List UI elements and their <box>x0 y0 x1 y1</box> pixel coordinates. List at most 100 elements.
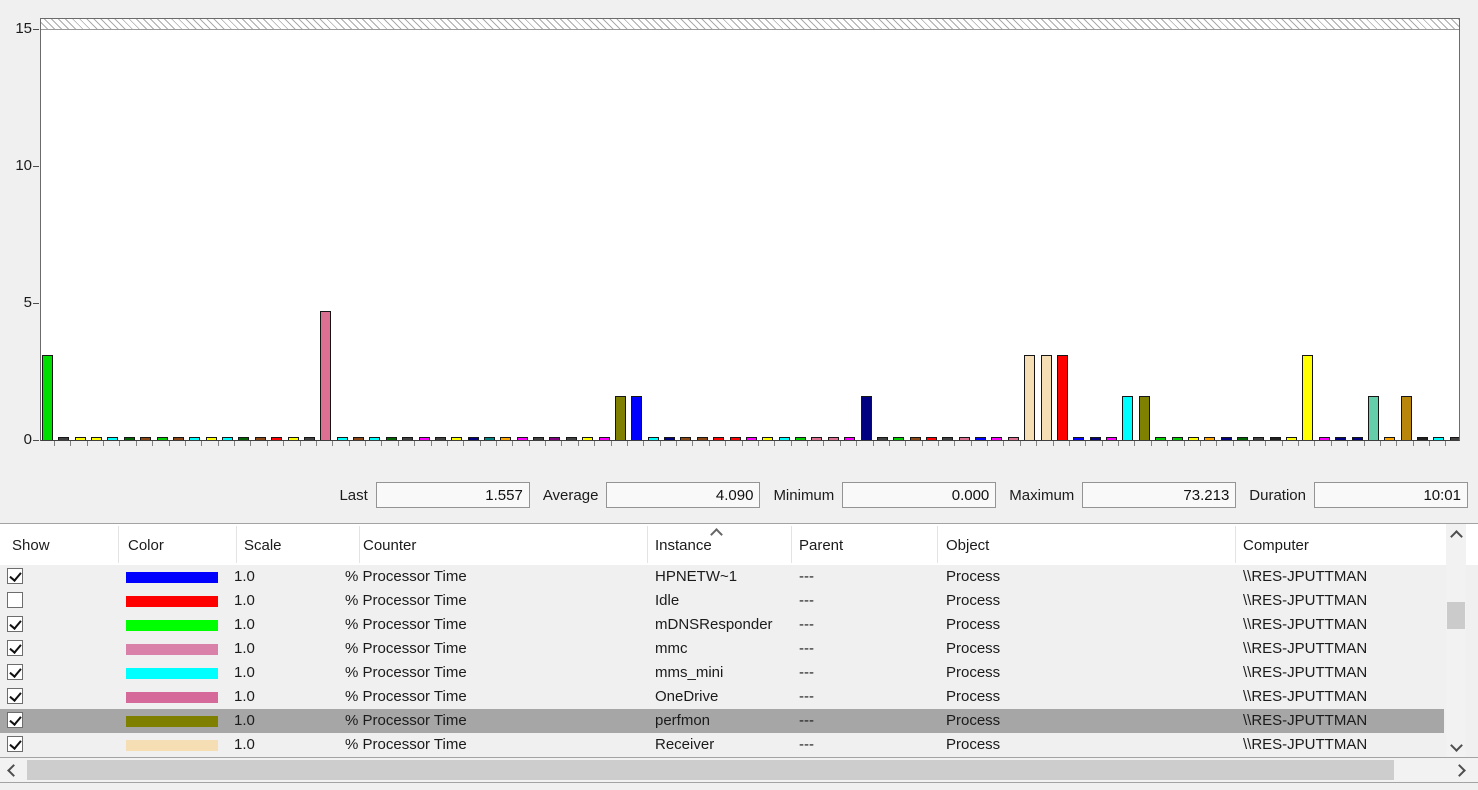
checkmark-icon <box>9 641 21 654</box>
horizontal-scrollbar[interactable] <box>0 757 1478 783</box>
histogram-bar <box>1090 437 1101 440</box>
column-divider[interactable] <box>118 526 119 563</box>
column-header-color[interactable]: Color <box>128 524 164 565</box>
column-divider[interactable] <box>1235 526 1236 563</box>
instance-cell: Idle <box>655 589 679 613</box>
x-axis-tick <box>1003 441 1004 446</box>
show-checkbox-checked[interactable] <box>7 688 23 704</box>
histogram-bar <box>1041 355 1052 440</box>
x-axis-tick <box>512 441 513 446</box>
x-axis-tick <box>807 441 808 446</box>
histogram-bar <box>369 437 380 440</box>
stat-average-label: Average <box>543 487 599 504</box>
histogram-bar <box>795 437 806 440</box>
column-divider[interactable] <box>791 526 792 563</box>
column-header-parent[interactable]: Parent <box>799 524 843 565</box>
counter-cell: % Processor Time <box>345 709 467 733</box>
vertical-scrollbar-thumb[interactable] <box>1447 602 1465 629</box>
x-axis-tick <box>938 441 939 446</box>
show-checkbox-checked[interactable] <box>7 568 23 584</box>
histogram-bar <box>386 437 397 440</box>
counter-row[interactable]: 1.0% Processor TimeOneDrive---Process\\R… <box>0 685 1444 709</box>
x-axis-tick <box>954 441 955 446</box>
scale-cell: 1.0 <box>234 589 255 613</box>
show-checkbox-checked[interactable] <box>7 640 23 656</box>
stat-last: Last 1.557 <box>339 482 529 508</box>
histogram-bar <box>1155 437 1166 440</box>
histogram-bar <box>1417 437 1428 440</box>
computer-cell: \\RES-JPUTTMAN <box>1243 733 1367 757</box>
column-header-counter[interactable]: Counter <box>363 524 416 565</box>
show-checkbox-checked[interactable] <box>7 664 23 680</box>
y-axis-tick <box>33 29 39 30</box>
x-axis-tick <box>381 441 382 446</box>
counter-row[interactable]: 1.0% Processor TimeReceiver---Process\\R… <box>0 733 1444 757</box>
histogram-bar <box>893 437 904 440</box>
x-axis-tick <box>676 441 677 446</box>
column-header-scale[interactable]: Scale <box>244 524 282 565</box>
x-axis-tick <box>234 441 235 446</box>
counter-row[interactable]: 1.0% Processor TimemDNSResponder---Proce… <box>0 613 1444 637</box>
scroll-left-button[interactable] <box>2 758 24 782</box>
counter-row[interactable]: 1.0% Processor Timemmc---Process\\RES-JP… <box>0 637 1444 661</box>
x-axis-tick <box>971 441 972 446</box>
x-axis-tick <box>447 441 448 446</box>
histogram-bar <box>1384 437 1395 440</box>
scroll-down-button[interactable] <box>1446 735 1466 755</box>
histogram-bar <box>320 311 331 440</box>
counter-row[interactable]: 1.0% Processor TimeIdle---Process\\RES-J… <box>0 589 1444 613</box>
column-divider[interactable] <box>359 526 360 563</box>
x-axis-tick <box>283 441 284 446</box>
computer-cell: \\RES-JPUTTMAN <box>1243 589 1367 613</box>
histogram-bar <box>1057 355 1068 440</box>
checkmark-icon <box>9 665 21 678</box>
histogram-bar <box>762 437 773 440</box>
column-header-show[interactable]: Show <box>12 524 50 565</box>
y-axis-tick <box>33 303 39 304</box>
show-checkbox-checked[interactable] <box>7 736 23 752</box>
object-cell: Process <box>946 661 1000 685</box>
x-axis-tick <box>1429 441 1430 446</box>
histogram-bar <box>419 437 430 440</box>
histogram-bar <box>1073 437 1084 440</box>
parent-cell: --- <box>799 637 814 661</box>
scroll-up-button[interactable] <box>1446 526 1466 546</box>
x-axis-tick <box>1020 441 1021 446</box>
show-checkbox-checked[interactable] <box>7 616 23 632</box>
stat-average: Average 4.090 <box>543 482 761 508</box>
column-header-computer[interactable]: Computer <box>1243 524 1309 565</box>
column-header-instance[interactable]: Instance <box>655 524 712 565</box>
counter-cell: % Processor Time <box>345 661 467 685</box>
x-axis-tick <box>1118 441 1119 446</box>
y-axis-label: 15 <box>2 19 32 39</box>
show-checkbox-unchecked[interactable] <box>7 592 23 608</box>
histogram-bar <box>746 437 757 440</box>
column-divider[interactable] <box>236 526 237 563</box>
vertical-scrollbar[interactable] <box>1446 524 1466 757</box>
instance-cell: mmc <box>655 637 688 661</box>
x-axis-tick <box>1216 441 1217 446</box>
x-axis-tick <box>922 441 923 446</box>
histogram-bar <box>844 437 855 440</box>
scroll-right-button[interactable] <box>1448 758 1470 782</box>
x-axis-tick <box>791 441 792 446</box>
x-axis-tick <box>1036 441 1037 446</box>
stat-minimum-label: Minimum <box>773 487 834 504</box>
column-divider[interactable] <box>937 526 938 563</box>
column-header-object[interactable]: Object <box>946 524 989 565</box>
counter-row[interactable]: 1.0% Processor Timemms_mini---Process\\R… <box>0 661 1444 685</box>
counter-row[interactable]: 1.0% Processor Timeperfmon---Process\\RE… <box>0 709 1444 733</box>
column-divider[interactable] <box>647 526 648 563</box>
counter-row[interactable]: 1.0% Processor TimeHPNETW~1---Process\\R… <box>0 565 1444 589</box>
histogram-bar <box>1270 437 1281 440</box>
histogram-bar <box>484 437 495 440</box>
object-cell: Process <box>946 637 1000 661</box>
histogram-bar <box>402 437 413 440</box>
x-axis-tick <box>873 441 874 446</box>
show-checkbox-checked[interactable] <box>7 712 23 728</box>
scale-cell: 1.0 <box>234 685 255 709</box>
sort-ascending-icon <box>710 528 723 541</box>
stat-last-value: 1.557 <box>376 482 530 508</box>
horizontal-scrollbar-thumb[interactable] <box>27 760 1394 780</box>
histogram-bars <box>41 19 1459 440</box>
